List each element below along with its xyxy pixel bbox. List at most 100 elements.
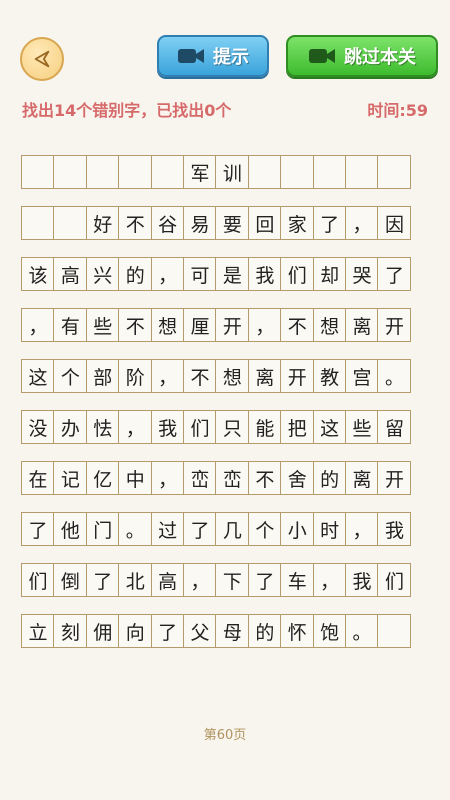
grid-cell[interactable]: 立 bbox=[21, 614, 55, 648]
grid-cell[interactable]: 了 bbox=[377, 257, 412, 291]
grid-cell[interactable]: 该 bbox=[21, 257, 55, 291]
grid-cell[interactable]: 要 bbox=[215, 206, 250, 240]
grid-cell[interactable]: 阶 bbox=[118, 359, 153, 393]
grid-cell[interactable] bbox=[280, 155, 315, 189]
grid-cell[interactable]: 怀 bbox=[280, 614, 315, 648]
grid-cell[interactable]: 。 bbox=[377, 359, 412, 393]
grid-cell[interactable] bbox=[377, 614, 412, 648]
grid-cell[interactable]: 记 bbox=[53, 461, 88, 495]
grid-cell[interactable]: 这 bbox=[312, 410, 347, 444]
grid-cell[interactable]: 宫 bbox=[345, 359, 380, 393]
grid-cell[interactable]: 峦 bbox=[183, 461, 218, 495]
grid-cell[interactable]: 。 bbox=[118, 512, 153, 546]
grid-cell[interactable]: 开 bbox=[280, 359, 315, 393]
grid-cell[interactable]: 把 bbox=[280, 410, 315, 444]
grid-cell[interactable] bbox=[345, 155, 380, 189]
grid-cell[interactable]: 不 bbox=[183, 359, 218, 393]
grid-cell[interactable]: 门 bbox=[85, 512, 120, 546]
grid-cell[interactable]: 们 bbox=[21, 563, 55, 597]
grid-cell[interactable]: 亿 bbox=[85, 461, 120, 495]
grid-cell[interactable]: 离 bbox=[345, 461, 380, 495]
skip-level-button[interactable]: 跳过本关 bbox=[286, 35, 438, 77]
grid-cell[interactable]: 倒 bbox=[53, 563, 88, 597]
grid-cell[interactable]: 母 bbox=[215, 614, 250, 648]
grid-cell[interactable]: 怯 bbox=[85, 410, 120, 444]
grid-cell[interactable]: 了 bbox=[247, 563, 282, 597]
grid-cell[interactable] bbox=[118, 155, 153, 189]
grid-cell[interactable]: 不 bbox=[247, 461, 282, 495]
grid-cell[interactable]: 这 bbox=[21, 359, 55, 393]
grid-cell[interactable]: 易 bbox=[183, 206, 218, 240]
grid-cell[interactable]: 他 bbox=[53, 512, 88, 546]
grid-cell[interactable]: ， bbox=[345, 512, 380, 546]
grid-cell[interactable]: 北 bbox=[118, 563, 153, 597]
grid-cell[interactable]: 峦 bbox=[215, 461, 250, 495]
grid-cell[interactable]: 好 bbox=[85, 206, 120, 240]
grid-cell[interactable]: 没 bbox=[21, 410, 55, 444]
hint-button[interactable]: 提示 bbox=[157, 35, 269, 77]
grid-cell[interactable]: 了 bbox=[21, 512, 55, 546]
grid-cell[interactable]: 却 bbox=[312, 257, 347, 291]
grid-cell[interactable]: 了 bbox=[183, 512, 218, 546]
grid-cell[interactable]: 训 bbox=[215, 155, 250, 189]
grid-cell[interactable]: 向 bbox=[118, 614, 153, 648]
grid-cell[interactable]: 了 bbox=[312, 206, 347, 240]
grid-cell[interactable]: 们 bbox=[280, 257, 315, 291]
grid-cell[interactable]: 谷 bbox=[150, 206, 185, 240]
grid-cell[interactable]: 只 bbox=[215, 410, 250, 444]
grid-cell[interactable]: 不 bbox=[118, 308, 153, 342]
grid-cell[interactable]: 可 bbox=[183, 257, 218, 291]
grid-cell[interactable]: 的 bbox=[312, 461, 347, 495]
grid-cell[interactable]: 部 bbox=[85, 359, 120, 393]
grid-cell[interactable]: 回 bbox=[247, 206, 282, 240]
grid-cell[interactable]: 时 bbox=[312, 512, 347, 546]
grid-cell[interactable]: 我 bbox=[345, 563, 380, 597]
grid-cell[interactable]: 办 bbox=[53, 410, 88, 444]
grid-cell[interactable]: 高 bbox=[150, 563, 185, 597]
grid-cell[interactable]: 我 bbox=[247, 257, 282, 291]
grid-cell[interactable]: 开 bbox=[215, 308, 250, 342]
grid-cell[interactable] bbox=[150, 155, 185, 189]
grid-cell[interactable] bbox=[53, 206, 88, 240]
grid-cell[interactable]: 父 bbox=[183, 614, 218, 648]
grid-cell[interactable]: 了 bbox=[150, 614, 185, 648]
grid-cell[interactable]: 过 bbox=[150, 512, 185, 546]
grid-cell[interactable]: 中 bbox=[118, 461, 153, 495]
grid-cell[interactable]: 厘 bbox=[183, 308, 218, 342]
grid-cell[interactable]: ， bbox=[312, 563, 347, 597]
grid-cell[interactable]: 在 bbox=[21, 461, 55, 495]
grid-cell[interactable]: 想 bbox=[150, 308, 185, 342]
grid-cell[interactable]: 家 bbox=[280, 206, 315, 240]
grid-cell[interactable]: 些 bbox=[85, 308, 120, 342]
grid-cell[interactable]: ， bbox=[183, 563, 218, 597]
grid-cell[interactable]: 。 bbox=[345, 614, 380, 648]
grid-cell[interactable]: 几 bbox=[215, 512, 250, 546]
grid-cell[interactable]: 刻 bbox=[53, 614, 88, 648]
grid-cell[interactable]: 是 bbox=[215, 257, 250, 291]
grid-cell[interactable]: ， bbox=[150, 359, 185, 393]
grid-cell[interactable] bbox=[377, 155, 412, 189]
grid-cell[interactable]: ， bbox=[247, 308, 282, 342]
grid-cell[interactable]: 开 bbox=[377, 461, 412, 495]
grid-cell[interactable]: 因 bbox=[377, 206, 412, 240]
grid-cell[interactable]: 开 bbox=[377, 308, 412, 342]
grid-cell[interactable]: 下 bbox=[215, 563, 250, 597]
grid-cell[interactable]: 饱 bbox=[312, 614, 347, 648]
grid-cell[interactable]: 能 bbox=[247, 410, 282, 444]
grid-cell[interactable]: 车 bbox=[280, 563, 315, 597]
grid-cell[interactable] bbox=[85, 155, 120, 189]
grid-cell[interactable]: 兴 bbox=[85, 257, 120, 291]
grid-cell[interactable]: 教 bbox=[312, 359, 347, 393]
grid-cell[interactable]: 佣 bbox=[85, 614, 120, 648]
grid-cell[interactable] bbox=[21, 155, 55, 189]
grid-cell[interactable]: 个 bbox=[247, 512, 282, 546]
grid-cell[interactable]: 军 bbox=[183, 155, 218, 189]
grid-cell[interactable]: 我 bbox=[150, 410, 185, 444]
grid-cell[interactable] bbox=[312, 155, 347, 189]
grid-cell[interactable]: 些 bbox=[345, 410, 380, 444]
grid-cell[interactable] bbox=[53, 155, 88, 189]
grid-cell[interactable]: ， bbox=[118, 410, 153, 444]
back-button[interactable] bbox=[20, 37, 64, 81]
grid-cell[interactable]: 哭 bbox=[345, 257, 380, 291]
grid-cell[interactable]: 小 bbox=[280, 512, 315, 546]
